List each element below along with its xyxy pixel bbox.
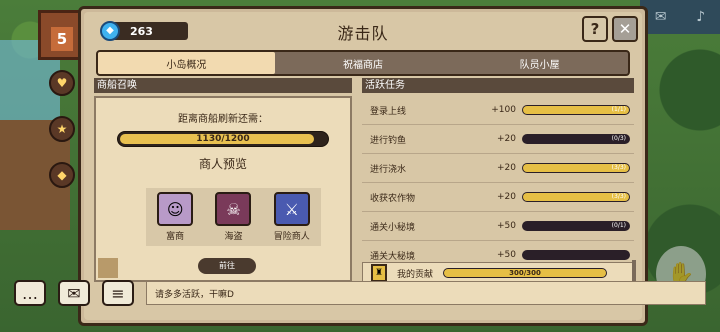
task-progress-text: (0/1) <box>611 222 626 229</box>
task-name: 进行钓鱼 <box>370 135 407 146</box>
portal-icon: ◆ <box>49 162 75 188</box>
tasks-section-title: 活跃任务 <box>362 78 634 93</box>
task-progress-bar: (3/3) <box>522 163 630 173</box>
task-progress-bar: (0/3) <box>522 134 630 144</box>
tab-island-overview[interactable]: 小岛概况 <box>98 52 275 74</box>
task-row: 进行浇水 +20 (3/3) <box>362 154 634 183</box>
merchant-name: 富商 <box>166 232 185 242</box>
task-progress-text: (3/3) <box>611 164 626 171</box>
task-name: 进行浇水 <box>370 164 407 175</box>
refresh-progress-text: 1130/1200 <box>196 134 250 144</box>
top-right-controls: ✉ ♪ <box>640 0 720 34</box>
quest-icon: ★ <box>49 116 75 142</box>
settings-icon[interactable]: ✉ <box>655 9 667 25</box>
tab-blessing-shop[interactable]: 祝福商店 <box>275 52 452 74</box>
task-progress-text: (3/3) <box>611 193 626 200</box>
task-points: +50 <box>497 250 516 260</box>
task-name: 登录上线 <box>370 106 407 117</box>
refresh-progress-bar: 1130/1200 <box>117 131 329 147</box>
active-tasks-section: 活跃任务 登录上线 +100 (1/1) 进行钓鱼 +20 (0/3) 进行浇水 +20 (3/… <box>362 78 634 284</box>
tab-bar: 小岛概况 祝福商店 队员小屋 <box>96 50 630 76</box>
task-name: 通关大秘境 <box>370 251 416 262</box>
task-points: +20 <box>497 134 516 144</box>
rich-merchant-icon: ☺ <box>157 192 194 226</box>
panel-header: ◆ 263 游击队 ? ✕ <box>84 12 642 48</box>
task-points: +20 <box>497 192 516 202</box>
task-progress-text: (0/3) <box>611 135 626 142</box>
merchant-adventure[interactable]: ⚔ 冒险商人 <box>266 192 318 242</box>
panel-title: 游击队 <box>337 24 389 43</box>
contribution-text: 300/300 <box>509 269 541 277</box>
close-button[interactable]: ✕ <box>612 16 638 42</box>
task-name: 通关小秘境 <box>370 222 416 233</box>
pirate-icon: ☠ <box>215 192 252 226</box>
ship-section-title: 商船召唤 <box>94 78 352 93</box>
contribution-bar: 300/300 <box>443 268 607 278</box>
merchant-name: 海盗 <box>224 232 243 242</box>
chat-footer: … ✉ ≡ 请多多活跃，干嘛D <box>14 278 706 308</box>
task-progress-bar <box>522 250 630 260</box>
task-progress-bar: (1/1) <box>522 105 630 115</box>
adventure-merchant-icon: ⚔ <box>273 192 310 226</box>
ship-summon-section: 商船召唤 距离商船刷新还需： 1130/1200 商人预览 ☺ 富商 ☠ 海盗 <box>94 78 352 284</box>
sound-icon[interactable]: ♪ <box>696 9 705 25</box>
ship-box: 距离商船刷新还需： 1130/1200 商人预览 ☺ 富商 ☠ 海盗 ⚔ 冒险商… <box>94 96 352 282</box>
task-list[interactable]: 登录上线 +100 (1/1) 进行钓鱼 +20 (0/3) 进行浇水 +20 (3/3) 收获农… <box>362 96 634 264</box>
mail-icon[interactable]: ✉ <box>58 280 90 306</box>
refresh-label: 距离商船刷新还需： <box>178 114 268 125</box>
tab-member-house[interactable]: 队员小屋 <box>451 52 628 74</box>
task-points: +50 <box>497 221 516 231</box>
merchant-preview-title: 商人预览 <box>198 157 247 171</box>
merchant-pirate[interactable]: ☠ 海盗 <box>207 192 259 242</box>
merchant-list: ☺ 富商 ☠ 海盗 ⚔ 冒险商人 <box>146 188 321 246</box>
notice-icon[interactable]: ≡ <box>102 280 134 306</box>
task-row: 通关大秘境 +50 <box>362 241 634 264</box>
chat-message: 请多多活跃，干嘛D <box>146 281 706 305</box>
panel-body: ◆ 263 游击队 ? ✕ 小岛概况 祝福商店 队员小屋 商船召唤 距离商船刷新… <box>84 12 642 320</box>
task-progress-text: (1/1) <box>611 106 626 113</box>
task-name: 收获农作物 <box>370 193 416 204</box>
heart-icon: ♥ <box>49 70 75 96</box>
task-row: 登录上线 +100 (1/1) <box>362 96 634 125</box>
map-corner-icon <box>98 258 118 278</box>
task-row: 收获农作物 +20 (3/3) <box>362 183 634 212</box>
merchant-rich[interactable]: ☺ 富商 <box>149 192 201 242</box>
task-points: +100 <box>491 105 516 115</box>
task-progress-bar: (0/1) <box>522 221 630 231</box>
task-points: +20 <box>497 163 516 173</box>
chat-icon[interactable]: … <box>14 280 46 306</box>
merchant-name: 冒险商人 <box>273 232 310 242</box>
hut-number: 5 <box>51 27 73 51</box>
task-row: 进行钓鱼 +20 (0/3) <box>362 125 634 154</box>
help-button[interactable]: ? <box>582 16 608 42</box>
task-progress-bar: (3/3) <box>522 192 630 202</box>
task-row: 通关小秘境 +50 (0/1) <box>362 212 634 241</box>
go-button[interactable]: 前往 <box>198 258 256 274</box>
